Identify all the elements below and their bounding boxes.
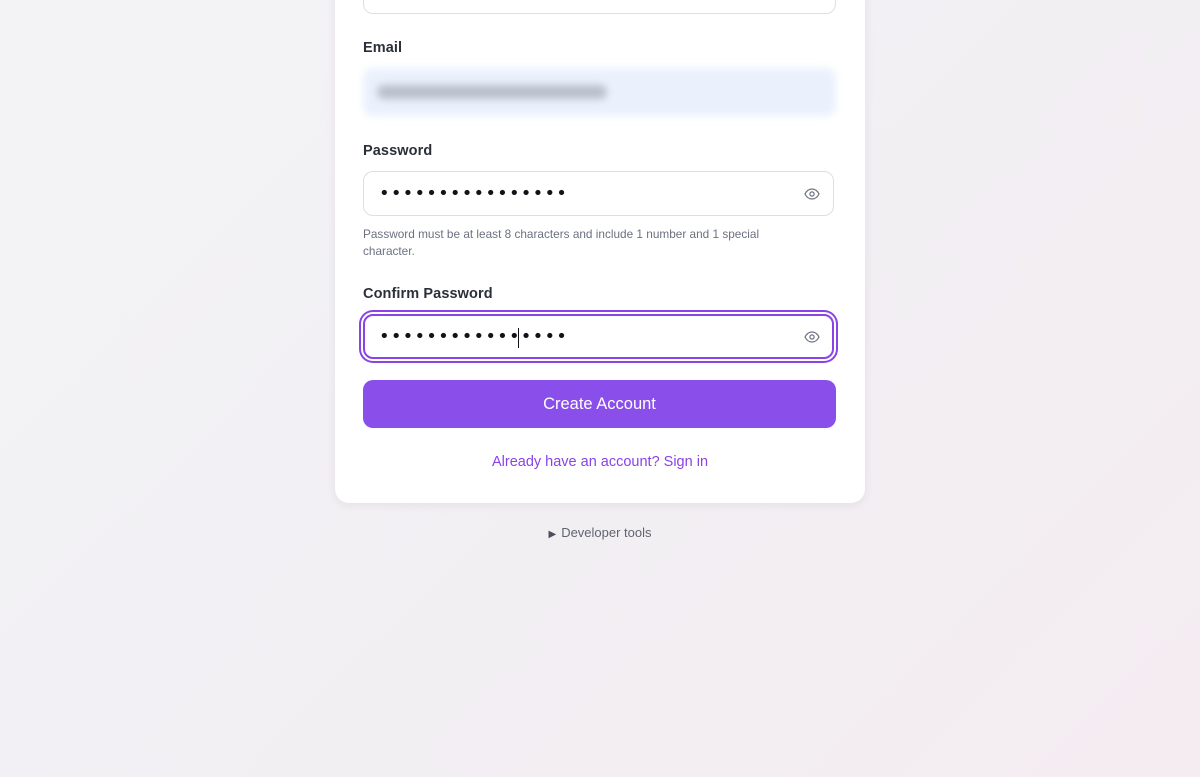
password-field[interactable]: •••••••••••••••• bbox=[363, 171, 834, 216]
email-label: Email bbox=[363, 40, 403, 56]
email-redacted-value bbox=[377, 85, 607, 99]
password-label: Password bbox=[363, 143, 433, 159]
password-masked-value: •••••••••••••••• bbox=[379, 183, 569, 204]
eye-icon[interactable] bbox=[803, 186, 821, 202]
confirm-password-label: Confirm Password bbox=[363, 286, 493, 302]
eye-icon[interactable] bbox=[803, 329, 821, 345]
create-account-button[interactable]: Create Account bbox=[363, 380, 836, 428]
text-caret bbox=[518, 328, 519, 348]
signup-card: Email Password •••••••••••••••• Password… bbox=[335, 0, 865, 503]
name-field[interactable] bbox=[363, 0, 836, 14]
email-field[interactable] bbox=[363, 68, 836, 116]
confirm-password-masked-value: •••••••••••••••• bbox=[379, 326, 569, 347]
password-hint: Password must be at least 8 characters a… bbox=[363, 227, 760, 258]
signin-link[interactable]: Already have an account? Sign in bbox=[335, 454, 865, 470]
triangle-right-icon: ▶ bbox=[548, 529, 557, 540]
confirm-password-field[interactable]: •••••••••••••••• bbox=[363, 314, 834, 359]
developer-tools-label: Developer tools bbox=[561, 525, 652, 540]
developer-tools-toggle[interactable]: ▶ Developer tools bbox=[0, 525, 1200, 540]
